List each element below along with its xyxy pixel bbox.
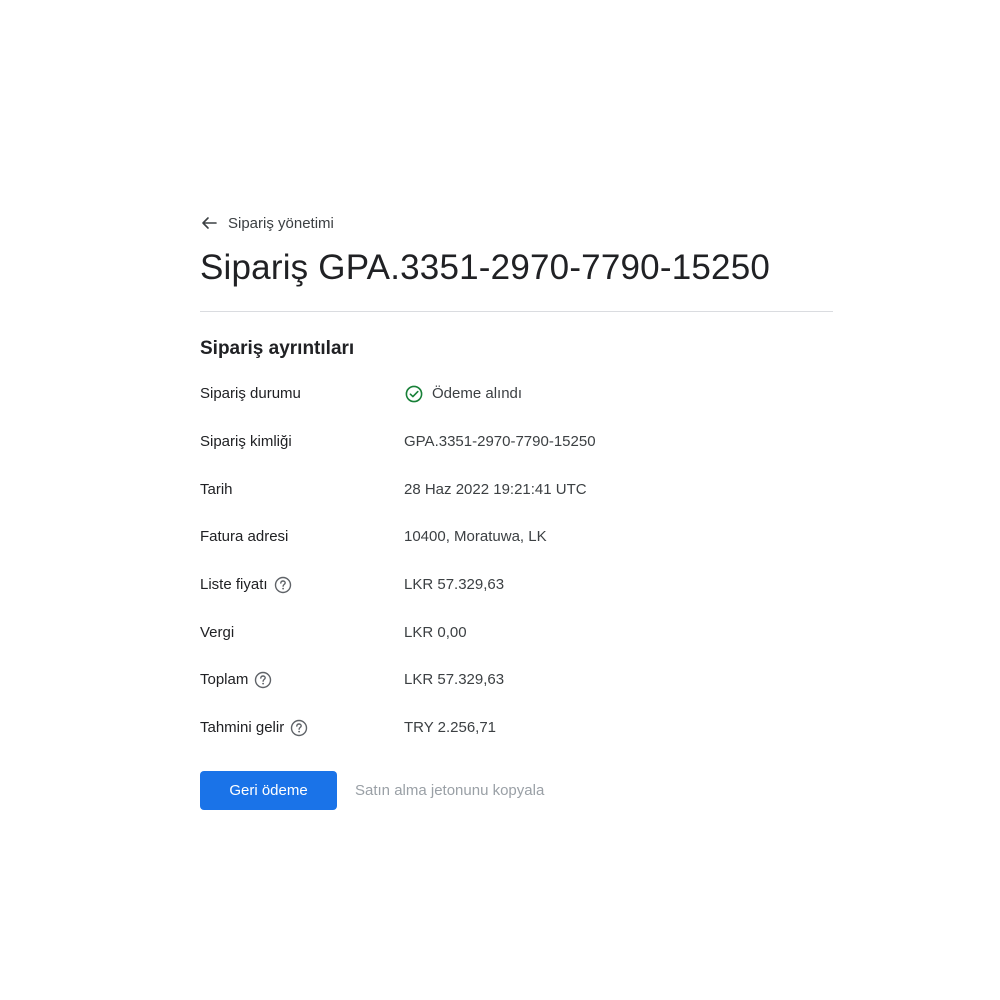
refund-button[interactable]: Geri ödeme [200, 770, 337, 810]
detail-row-total: Toplam LKR 57.329,63 [200, 656, 833, 704]
detail-row-billing-address: Fatura adresi 10400, Moratuwa, LK [200, 513, 833, 561]
status-label: Sipariş durumu [200, 385, 301, 403]
order-id-value: GPA.3351-2970-7790-15250 [404, 433, 596, 451]
detail-row-date: Tarih 28 Haz 2022 19:21:41 UTC [200, 465, 833, 513]
detail-row-estimated-revenue: Tahmini gelir TRY 2.256,71 [200, 704, 833, 752]
detail-row-order-id: Sipariş kimliği GPA.3351-2970-7790-15250 [200, 418, 833, 466]
back-to-order-management-link[interactable]: Sipariş yönetimi [200, 210, 833, 236]
list-price-label-container: Liste fiyatı [200, 576, 404, 594]
estimated-revenue-value: TRY 2.256,71 [404, 719, 497, 737]
detail-row-status: Sipariş durumu Ödeme alındı [200, 370, 833, 418]
detail-row-list-price: Liste fiyatı LKR 57.329,63 [200, 561, 833, 609]
billing-address-label: Fatura adresi [200, 528, 289, 546]
list-price-label: Liste fiyatı [200, 576, 268, 594]
status-value-container: Ödeme alındı [404, 384, 522, 403]
order-id-label: Sipariş kimliği [200, 433, 292, 451]
estimated-revenue-label-container: Tahmini gelir [200, 719, 404, 737]
help-icon[interactable] [274, 576, 292, 594]
copy-purchase-token-button[interactable]: Satın alma jetonunu kopyala [355, 782, 544, 799]
date-label: Tarih [200, 480, 233, 498]
section-title: Sipariş ayrıntıları [200, 338, 355, 359]
status-value: Ödeme alındı [432, 385, 523, 403]
help-icon[interactable] [254, 671, 272, 689]
total-value: LKR 57.329,63 [404, 671, 505, 689]
total-label: Toplam [200, 671, 249, 689]
actions-bar: Geri ödeme Satın alma jetonunu kopyala [200, 770, 833, 810]
list-price-value: LKR 57.329,63 [404, 576, 505, 594]
tax-value: LKR 0,00 [404, 623, 467, 641]
order-detail-container: Sipariş yönetimi Sipariş GPA.3351-2970-7… [200, 210, 833, 810]
tax-label: Vergi [200, 623, 235, 641]
arrow-back-icon [200, 214, 218, 232]
total-label-container: Toplam [200, 671, 404, 689]
back-link-label: Sipariş yönetimi [228, 214, 334, 232]
billing-address-value: 10400, Moratuwa, LK [404, 528, 547, 546]
check-circle-icon [404, 384, 423, 403]
details-list: Sipariş durumu Ödeme alındı Sipariş kiml… [200, 370, 833, 752]
page: Sipariş yönetimi Sipariş GPA.3351-2970-7… [0, 0, 1000, 1000]
estimated-revenue-label: Tahmini gelir [200, 719, 285, 737]
date-value: 28 Haz 2022 19:21:41 UTC [404, 480, 587, 498]
page-title: Sipariş GPA.3351-2970-7790-15250 [200, 248, 771, 287]
help-icon[interactable] [290, 719, 308, 737]
detail-row-tax: Vergi LKR 0,00 [200, 608, 833, 656]
divider [200, 311, 833, 312]
